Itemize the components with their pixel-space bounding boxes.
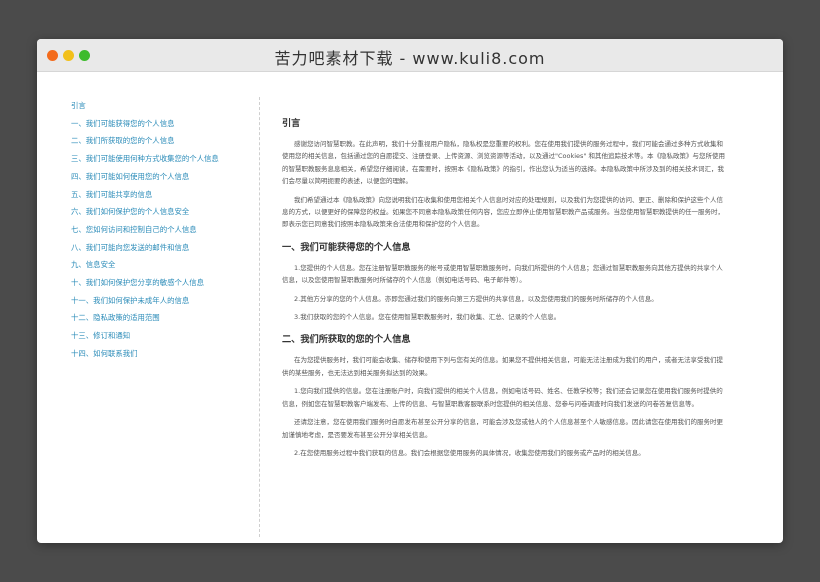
toc-sidebar: 引言 一、我们可能获得您的个人信息 二、我们所获取的您的个人信息 三、我们可能使… — [71, 97, 261, 363]
window-title: 苦力吧素材下载 - www.kuli8.com — [274, 49, 546, 68]
section-heading-intro: 引言 — [282, 118, 301, 129]
paragraph: 还请您注意，您在使用我们服务时自愿发布甚至公开分享的信息，可能会涉及您或他人的个… — [282, 418, 723, 439]
toc-item-11[interactable]: 十一、我们如何保护未成年人的信息 — [71, 292, 261, 310]
toc-item-7[interactable]: 七、您如何访问和控制自己的个人信息 — [71, 221, 261, 239]
sidebar-divider — [259, 97, 260, 537]
toc-item-12[interactable]: 十二、隐私政策的适用范围 — [71, 309, 261, 327]
toc-item-6[interactable]: 六、我们如何保护您的个人信息安全 — [71, 203, 261, 221]
toc-item-4[interactable]: 四、我们可能如何使用您的个人信息 — [71, 168, 261, 186]
paragraph: 1.您提供的个人信息。您在注册智慧职教服务的帐号或使用智慧职教服务时，向我们所提… — [282, 263, 723, 285]
paragraph: 感谢您访问智慧职教。在此声明，我们十分重视用户隐私，隐私权是您重要的权利。您在使… — [282, 140, 725, 186]
toc-item-2[interactable]: 二、我们所获取的您的个人信息 — [71, 132, 261, 150]
bottom-fade-overlay — [282, 473, 729, 543]
toc-item-5[interactable]: 五、我们可能共享的信息 — [71, 186, 261, 204]
toc-item-13[interactable]: 十三、修订和通知 — [71, 327, 261, 345]
paragraph: 2.在您使用服务过程中我们获取的信息。我们会根据您使用服务的具体情况，收集您使用… — [294, 448, 645, 457]
paragraph: 我们希望通过本《隐私政策》向您说明我们在收集和使用您相关个人信息时对应的处理规则… — [282, 195, 724, 229]
toc-item-8[interactable]: 八、我们可能向您发送的邮件和信息 — [71, 239, 261, 257]
toc-item-intro[interactable]: 引言 — [71, 97, 261, 115]
toc-item-14[interactable]: 十四、如何联系我们 — [71, 345, 261, 363]
paragraph: 2.其他方分享的您的个人信息。亦即您通过我们的服务向第三方提供的共享信息，以及您… — [294, 294, 658, 303]
toc-item-1[interactable]: 一、我们可能获得您的个人信息 — [71, 115, 261, 133]
browser-window: 苦力吧素材下载 - www.kuli8.com 引言 一、我们可能获得您的个人信… — [37, 39, 783, 543]
toc-item-10[interactable]: 十、我们如何保护您分享的敏感个人信息 — [71, 274, 261, 292]
toc-item-3[interactable]: 三、我们可能使用何种方式收集您的个人信息 — [71, 150, 261, 168]
paragraph: 3.我们获取的您的个人信息。您在使用智慧职教服务时，我们收集、汇总、记录的个人信… — [294, 313, 561, 322]
toc-item-9[interactable]: 九、信息安全 — [71, 256, 261, 274]
title-bar: 苦力吧素材下载 - www.kuli8.com — [37, 39, 783, 72]
section-heading-1: 一、我们可能获得您的个人信息 — [282, 241, 411, 253]
policy-content[interactable]: 引言 感谢您访问智慧职教。在此声明，我们十分重视用户隐私，隐私权是您重要的权利。… — [282, 115, 729, 543]
paragraph: 1.您向我们提供的信息。您在注册账户时，向我们提供的相关个人信息，例如电话号码、… — [282, 387, 723, 408]
paragraph: 在为您提供服务时，我们可能会收集、储存和使用下列与您有关的信息。如果您不提供相关… — [282, 356, 723, 377]
section-heading-2: 二、我们所获取的您的个人信息 — [282, 334, 411, 346]
